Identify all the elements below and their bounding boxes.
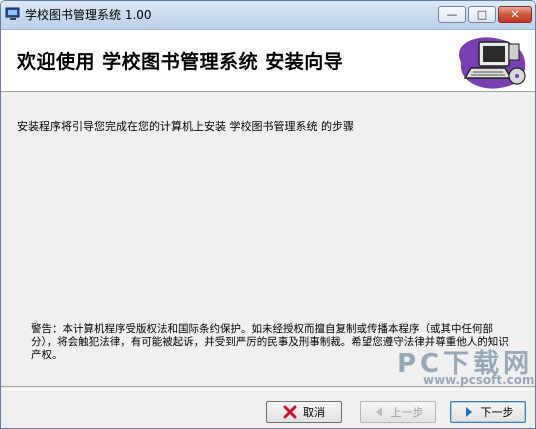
close-icon: ✕ xyxy=(510,8,520,21)
back-button[interactable]: 上一步 xyxy=(360,401,436,423)
next-button[interactable]: 下一步 xyxy=(450,401,526,423)
minimize-icon: — xyxy=(446,8,458,21)
intro-text: 安装程序将引导您完成在您的计算机上安装 学校图书管理系统 的步骤 xyxy=(17,120,354,133)
maximize-icon: □ xyxy=(476,8,488,21)
cancel-label: 取消 xyxy=(303,406,325,419)
title-bar[interactable]: 学校图书管理系统 1.00 — □ ✕ xyxy=(1,1,535,30)
footer-divider xyxy=(1,386,535,390)
window-title: 学校图书管理系统 1.00 xyxy=(25,8,152,22)
close-button[interactable]: ✕ xyxy=(498,6,532,23)
cancel-button[interactable]: 取消 xyxy=(266,401,342,423)
computer-setup-icon xyxy=(459,37,526,89)
next-label: 下一步 xyxy=(480,406,514,419)
maximize-button[interactable]: □ xyxy=(468,6,496,23)
copyright-warning: 警告：本计算机程序受版权法和国际条约保护。如未经授权而擅自复制或传播本程序（或其… xyxy=(31,323,509,361)
cancel-icon xyxy=(283,405,297,419)
arrow-right-icon xyxy=(465,407,472,417)
watermark-url: www.pcsoft.com.cn xyxy=(423,373,535,387)
minimize-button[interactable]: — xyxy=(438,6,466,23)
wizard-header: 欢迎使用 学校图书管理系统 安装向导 xyxy=(1,30,535,92)
installer-window: 学校图书管理系统 1.00 — □ ✕ 欢迎使用 学校图书管理系统 安装向导 安… xyxy=(0,0,536,429)
page-title: 欢迎使用 学校图书管理系统 安装向导 xyxy=(17,51,344,73)
arrow-left-icon xyxy=(375,407,382,417)
back-label: 上一步 xyxy=(390,406,424,419)
app-icon xyxy=(5,7,20,20)
